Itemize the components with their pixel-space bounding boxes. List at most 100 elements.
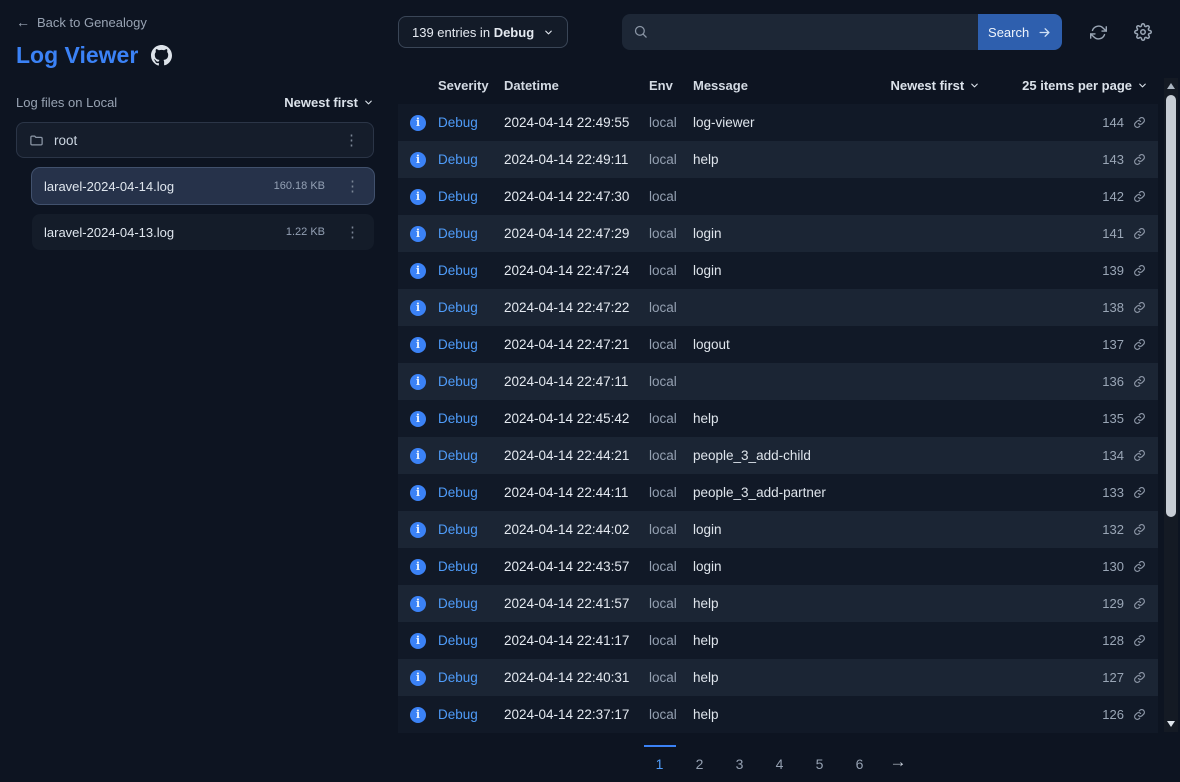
severity-link[interactable]: Debug [438, 263, 504, 278]
log-row[interactable]: Debug 2024-04-14 22:47:30 local 142 [398, 178, 1158, 215]
refresh-icon[interactable] [1090, 24, 1107, 41]
scrollbar-thumb[interactable] [1166, 95, 1176, 517]
pagination-page-button[interactable]: 3 [724, 745, 756, 778]
search-button[interactable]: Search [978, 14, 1062, 50]
log-row[interactable]: Debug 2024-04-14 22:49:55 local log-view… [398, 104, 1158, 141]
pagination-page-button[interactable]: 4 [764, 745, 796, 778]
row-datetime: 2024-04-14 22:44:21 [504, 448, 649, 463]
link-icon[interactable] [1133, 153, 1146, 166]
log-file-item[interactable]: laravel-2024-04-14.log 160.18 KB ⋮ [32, 168, 374, 204]
severity-link[interactable]: Debug [438, 115, 504, 130]
link-icon[interactable] [1133, 301, 1146, 314]
severity-link[interactable]: Debug [438, 152, 504, 167]
back-link[interactable]: ← Back to Genealogy [16, 14, 374, 30]
entries-filter-dropdown[interactable]: 139 entries in Debug [398, 16, 568, 48]
log-file-name: laravel-2024-04-13.log [44, 225, 174, 240]
severity-link[interactable]: Debug [438, 485, 504, 500]
severity-link[interactable]: Debug [438, 226, 504, 241]
link-icon[interactable] [1133, 708, 1146, 721]
folder-menu-dots-icon[interactable]: ⋮ [342, 131, 361, 149]
row-env: local [649, 226, 693, 241]
log-row[interactable]: Debug 2024-04-14 22:47:21 local logout 1… [398, 326, 1158, 363]
severity-link[interactable]: Debug [438, 559, 504, 574]
folder-name: root [54, 133, 77, 148]
log-row[interactable]: Debug 2024-04-14 22:41:57 local help 129 [398, 585, 1158, 622]
link-icon[interactable] [1133, 449, 1146, 462]
log-row[interactable]: Debug 2024-04-14 22:41:17 local help 128 [398, 622, 1158, 659]
scroll-down-button[interactable] [1167, 716, 1175, 732]
row-index: 133 [1080, 485, 1124, 500]
severity-link[interactable]: Debug [438, 411, 504, 426]
link-icon[interactable] [1133, 190, 1146, 203]
row-env: local [649, 596, 693, 611]
severity-link[interactable]: Debug [438, 448, 504, 463]
row-index: 135 [1080, 411, 1124, 426]
link-icon[interactable] [1133, 375, 1146, 388]
github-icon[interactable] [151, 45, 172, 66]
severity-link[interactable]: Debug [438, 374, 504, 389]
row-env: local [649, 448, 693, 463]
link-icon[interactable] [1133, 671, 1146, 684]
link-icon[interactable] [1133, 560, 1146, 573]
per-page-dropdown[interactable]: 25 items per page [1022, 78, 1148, 93]
files-sort-dropdown[interactable]: Newest first [284, 95, 374, 110]
log-row[interactable]: Debug 2024-04-14 22:45:42 local help 135 [398, 400, 1158, 437]
link-icon[interactable] [1133, 486, 1146, 499]
file-menu-dots-icon[interactable]: ⋮ [343, 223, 362, 241]
log-row[interactable]: Debug 2024-04-14 22:37:17 local help 126 [398, 696, 1158, 733]
scroll-up-button[interactable] [1167, 78, 1175, 94]
severity-link[interactable]: Debug [438, 633, 504, 648]
pagination-next-button[interactable]: → [884, 745, 913, 778]
severity-link[interactable]: Debug [438, 337, 504, 352]
pagination-page-button[interactable]: 5 [804, 745, 836, 778]
link-icon[interactable] [1133, 412, 1146, 425]
link-icon[interactable] [1133, 523, 1146, 536]
entries-count-label: 139 entries in Debug [412, 25, 534, 40]
link-icon[interactable] [1133, 597, 1146, 610]
link-icon[interactable] [1133, 338, 1146, 351]
gear-icon[interactable] [1134, 23, 1152, 41]
search-box [622, 14, 978, 50]
log-row[interactable]: Debug 2024-04-14 22:43:57 local login 13… [398, 548, 1158, 585]
row-index: 143 [1080, 152, 1124, 167]
chevron-down-icon [363, 97, 374, 108]
log-row[interactable]: Debug 2024-04-14 22:44:21 local people_3… [398, 437, 1158, 474]
search-input[interactable] [622, 14, 978, 50]
link-icon[interactable] [1133, 634, 1146, 647]
folder-item-root[interactable]: root ⋮ [16, 122, 374, 158]
info-icon [410, 337, 426, 353]
row-datetime: 2024-04-14 22:49:11 [504, 152, 649, 167]
severity-link[interactable]: Debug [438, 670, 504, 685]
link-icon[interactable] [1133, 116, 1146, 129]
file-menu-dots-icon[interactable]: ⋮ [343, 177, 362, 195]
pagination-page-button[interactable]: 6 [844, 745, 876, 778]
pagination-page-button[interactable]: 2 [684, 745, 716, 778]
row-datetime: 2024-04-14 22:37:17 [504, 707, 649, 722]
table-sort-dropdown[interactable]: Newest first [890, 78, 980, 93]
row-message: help [693, 670, 1080, 685]
log-row[interactable]: Debug 2024-04-14 22:40:31 local help 127 [398, 659, 1158, 696]
severity-link[interactable]: Debug [438, 300, 504, 315]
row-datetime: 2024-04-14 22:47:22 [504, 300, 649, 315]
log-row[interactable]: Debug 2024-04-14 22:47:29 local login 14… [398, 215, 1158, 252]
toolbar-icons [1090, 23, 1158, 41]
log-row[interactable]: Debug 2024-04-14 22:49:11 local help 143 [398, 141, 1158, 178]
info-icon [410, 670, 426, 686]
row-message: help [693, 152, 1080, 167]
log-row[interactable]: Debug 2024-04-14 22:44:02 local login 13… [398, 511, 1158, 548]
table-sort-label: Newest first [890, 78, 964, 93]
severity-link[interactable]: Debug [438, 189, 504, 204]
scrollbar-track[interactable] [1164, 78, 1178, 732]
pagination-page-button[interactable]: 1 [644, 745, 676, 778]
log-row[interactable]: Debug 2024-04-14 22:44:11 local people_3… [398, 474, 1158, 511]
info-icon [410, 596, 426, 612]
log-row[interactable]: Debug 2024-04-14 22:47:24 local login 13… [398, 252, 1158, 289]
link-icon[interactable] [1133, 227, 1146, 240]
log-row[interactable]: Debug 2024-04-14 22:47:22 local 138 [398, 289, 1158, 326]
log-row[interactable]: Debug 2024-04-14 22:47:11 local 136 [398, 363, 1158, 400]
severity-link[interactable]: Debug [438, 596, 504, 611]
severity-link[interactable]: Debug [438, 522, 504, 537]
severity-link[interactable]: Debug [438, 707, 504, 722]
link-icon[interactable] [1133, 264, 1146, 277]
log-file-item[interactable]: laravel-2024-04-13.log 1.22 KB ⋮ [32, 214, 374, 250]
